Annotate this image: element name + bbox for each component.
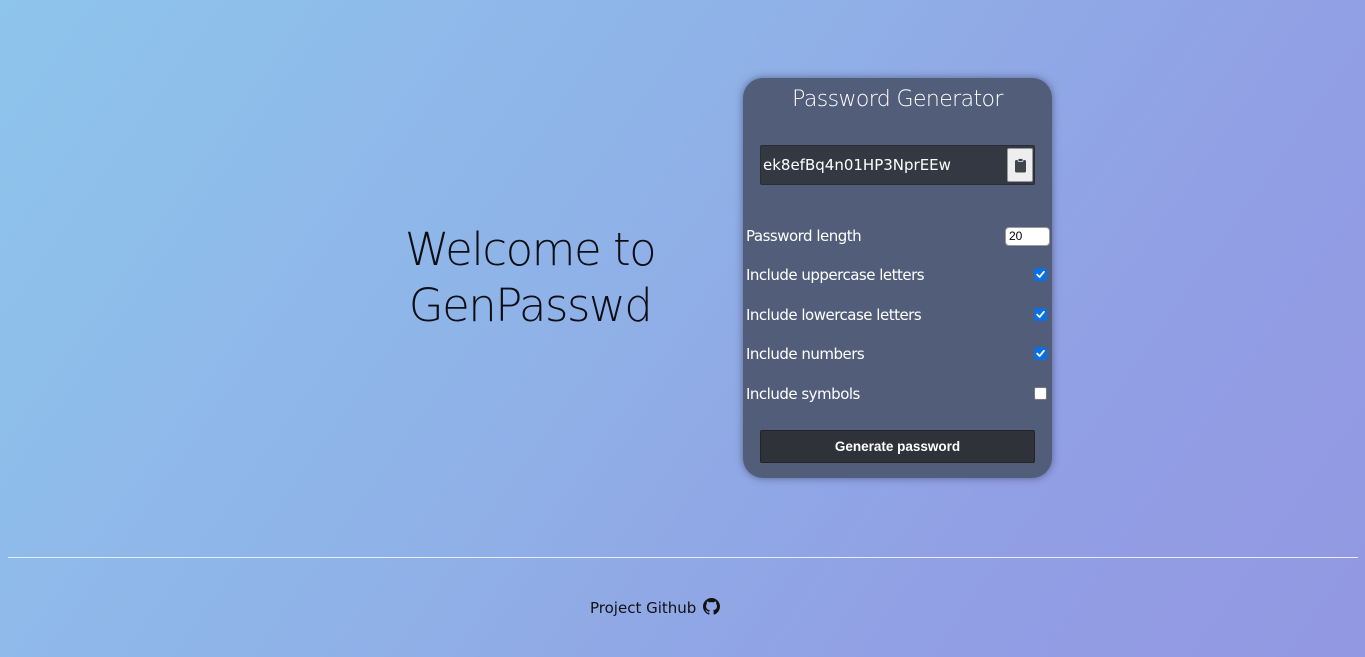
- uppercase-checkbox[interactable]: [1034, 268, 1047, 281]
- option-uppercase-row: Include uppercase letters: [746, 263, 1050, 287]
- generated-password-field[interactable]: ek8efBq4n01HP3NprEEw: [760, 145, 1035, 185]
- option-numbers-label: Include numbers: [746, 345, 865, 363]
- password-length-label: Password length: [746, 227, 862, 245]
- password-generator-card: Password Generator ek8efBq4n01HP3NprEEw …: [743, 78, 1052, 478]
- numbers-checkbox[interactable]: [1034, 347, 1047, 360]
- project-github-link[interactable]: Project Github: [590, 597, 696, 619]
- clipboard-icon: [1015, 158, 1026, 173]
- checkmark-icon: [1036, 349, 1045, 357]
- password-length-row: Password length 20: [746, 224, 1050, 248]
- github-icon[interactable]: [703, 598, 720, 615]
- footer-divider: [8, 557, 1358, 558]
- option-lowercase-row: Include lowercase letters: [746, 303, 1050, 327]
- welcome-line-2: GenPasswd: [408, 279, 653, 332]
- lowercase-checkbox[interactable]: [1034, 308, 1047, 321]
- welcome-line-1: Welcome to: [404, 223, 657, 276]
- option-symbols-label: Include symbols: [746, 385, 860, 403]
- generated-password-value[interactable]: ek8efBq4n01HP3NprEEw: [763, 146, 951, 184]
- option-uppercase-label: Include uppercase letters: [746, 266, 925, 284]
- copy-to-clipboard-button[interactable]: [1007, 148, 1033, 182]
- option-numbers-row: Include numbers: [746, 342, 1050, 366]
- password-length-input[interactable]: 20: [1005, 227, 1050, 246]
- checkmark-icon: [1036, 310, 1045, 318]
- checkmark-icon: [1036, 270, 1045, 278]
- option-lowercase-label: Include lowercase letters: [746, 306, 922, 324]
- option-symbols-row: Include symbols: [746, 382, 1050, 406]
- symbols-checkbox[interactable]: [1034, 387, 1047, 400]
- card-title: Password Generator: [792, 87, 1003, 112]
- welcome-heading: Welcome to GenPasswd: [370, 222, 690, 334]
- generate-password-button[interactable]: Generate password: [760, 430, 1035, 463]
